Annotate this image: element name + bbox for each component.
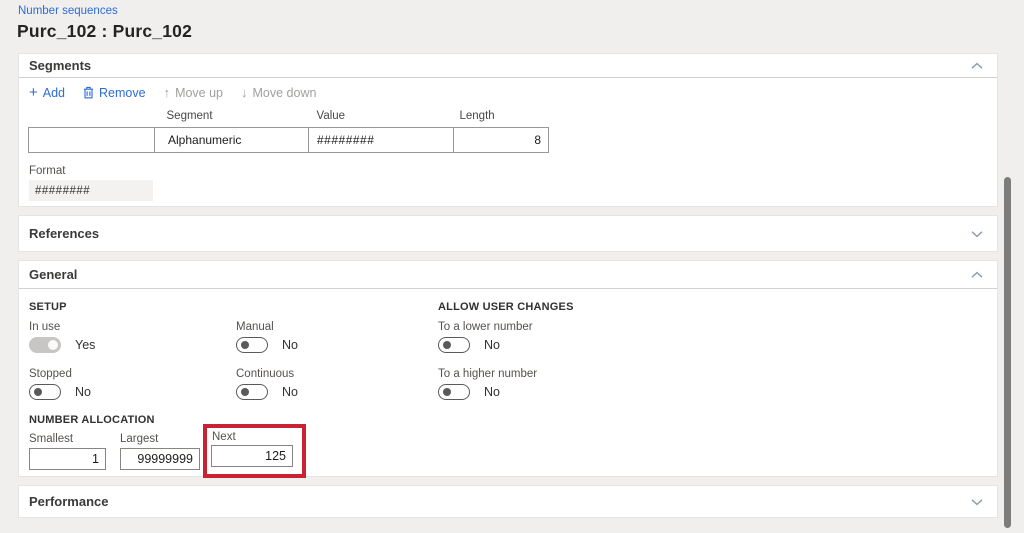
in-use-field: In use Yes	[29, 321, 95, 353]
stopped-field: Stopped No	[29, 368, 91, 400]
next-field-highlight-box: Next	[203, 424, 306, 478]
stopped-value: No	[75, 385, 91, 399]
move-down-button-label: Move down	[252, 85, 317, 100]
next-input[interactable]	[211, 445, 293, 467]
to-higher-number-value: No	[484, 385, 500, 399]
table-row[interactable]: Alphanumeric ######## 8	[28, 127, 549, 153]
toggle-knob	[241, 388, 249, 396]
manual-value: No	[282, 338, 298, 352]
stopped-toggle[interactable]	[29, 384, 61, 400]
allow-user-changes-group-heading: ALLOW USER CHANGES	[438, 301, 574, 313]
segment-cell[interactable]: Alphanumeric	[154, 127, 309, 153]
toggle-knob	[48, 340, 58, 350]
section-segments-title: Segments	[29, 58, 92, 73]
in-use-toggle[interactable]	[29, 337, 61, 353]
to-higher-number-field: To a higher number No	[438, 368, 537, 400]
section-references-header[interactable]: References	[19, 216, 997, 251]
row-selector-column-header	[29, 109, 155, 128]
remove-button-label: Remove	[99, 85, 146, 100]
toggle-knob	[443, 388, 451, 396]
continuous-toggle[interactable]	[236, 384, 268, 400]
stopped-label: Stopped	[29, 368, 72, 380]
toggle-knob	[34, 388, 42, 396]
next-label: Next	[212, 431, 236, 443]
arrow-down-icon: ↓	[241, 85, 248, 100]
section-segments: Segments + Add Remove ↑ Move up ↓ Move d…	[18, 53, 998, 207]
section-references-title: References	[29, 226, 100, 241]
setup-group-heading: SETUP	[29, 301, 67, 313]
segments-toolbar: + Add Remove ↑ Move up ↓ Move down	[29, 83, 997, 101]
trash-icon	[84, 86, 94, 99]
page-title: Purc_102 : Purc_102	[17, 21, 193, 41]
largest-field: Largest	[120, 433, 200, 470]
smallest-label: Smallest	[29, 433, 74, 445]
in-use-value: Yes	[75, 338, 96, 352]
manual-label: Manual	[236, 321, 274, 333]
value-cell[interactable]: ########	[308, 127, 454, 153]
plus-icon: +	[29, 83, 38, 101]
remove-button[interactable]: Remove	[83, 86, 146, 100]
toggle-knob	[241, 341, 249, 349]
smallest-input[interactable]	[29, 448, 106, 470]
length-column-header: Length	[459, 110, 495, 122]
to-lower-number-value: No	[484, 338, 500, 352]
length-cell[interactable]: 8	[453, 127, 549, 153]
in-use-label: In use	[29, 321, 61, 333]
continuous-value: No	[282, 385, 298, 399]
row-selector-cell[interactable]	[28, 127, 155, 153]
segment-column-header: Segment	[166, 110, 213, 122]
arrow-up-icon: ↑	[163, 85, 171, 100]
move-down-button[interactable]: ↓ Move down	[241, 85, 316, 100]
chevron-up-icon[interactable]	[971, 62, 983, 70]
value-column-header: Value	[316, 110, 346, 122]
smallest-field: Smallest	[29, 433, 106, 470]
segments-table: Segment Value Length Alphanumeric ######…	[28, 109, 549, 153]
breadcrumb[interactable]: Number sequences	[18, 5, 118, 17]
chevron-up-icon[interactable]	[971, 271, 983, 279]
section-general-header[interactable]: General	[19, 261, 997, 289]
section-general-title: General	[29, 267, 78, 282]
largest-label: Largest	[120, 433, 159, 445]
to-higher-number-toggle[interactable]	[438, 384, 470, 400]
section-performance-header[interactable]: Performance	[19, 486, 997, 517]
add-button-label: Add	[42, 85, 66, 100]
manual-toggle[interactable]	[236, 337, 268, 353]
largest-input[interactable]	[120, 448, 200, 470]
section-performance-title: Performance	[29, 494, 109, 509]
format-field[interactable]	[29, 180, 153, 201]
toggle-knob	[443, 341, 451, 349]
to-lower-number-label: To a lower number	[438, 321, 533, 333]
section-general: General SETUP ALLOW USER CHANGES In use …	[18, 260, 998, 478]
section-segments-header[interactable]: Segments	[19, 54, 997, 78]
format-label: Format	[29, 165, 66, 177]
move-up-button-label: Move up	[175, 85, 224, 100]
section-references: References	[18, 215, 998, 252]
add-button[interactable]: + Add	[29, 83, 66, 101]
number-sequence-detail-page: Number sequences Purc_102 : Purc_102 Seg…	[0, 0, 1024, 533]
to-lower-number-toggle[interactable]	[438, 337, 470, 353]
vertical-scrollbar[interactable]	[1004, 177, 1011, 528]
section-performance: Performance	[18, 485, 998, 518]
to-lower-number-field: To a lower number No	[438, 321, 533, 353]
chevron-down-icon[interactable]	[971, 230, 983, 238]
to-higher-number-label: To a higher number	[438, 368, 538, 380]
chevron-down-icon[interactable]	[971, 498, 983, 506]
move-up-button[interactable]: ↑ Move up	[164, 85, 223, 100]
manual-field: Manual No	[236, 321, 298, 353]
continuous-label: Continuous	[236, 368, 295, 380]
continuous-field: Continuous No	[236, 368, 298, 400]
segments-table-header-row: Segment Value Length	[29, 109, 549, 128]
number-allocation-group-heading: NUMBER ALLOCATION	[29, 414, 155, 426]
